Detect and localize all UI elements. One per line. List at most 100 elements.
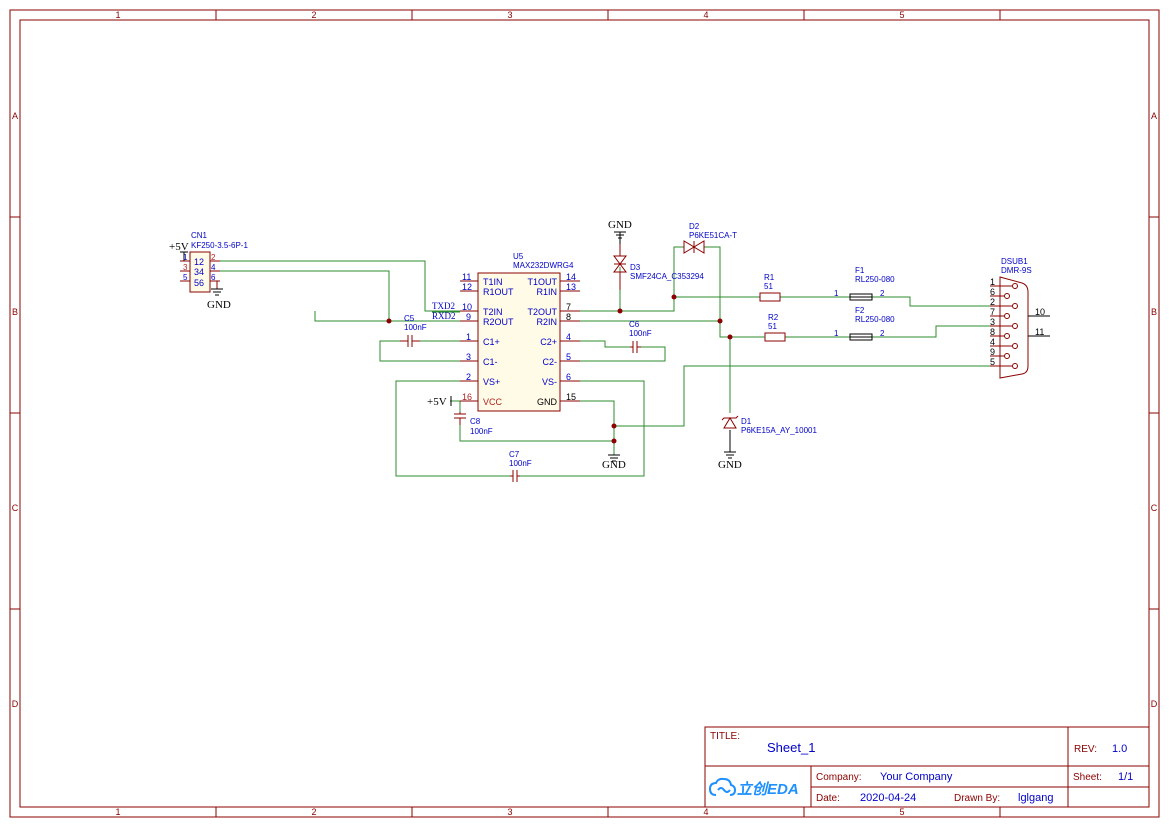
connector-dsub1: DSUB1 DMR-9S 1 6 2 7 3 8 4 9 5 10 11 <box>990 257 1050 379</box>
dsub1-pin: 4 <box>990 337 995 347</box>
c5-ref: C5 <box>404 314 415 323</box>
cn1-ref: CN1 <box>191 231 208 240</box>
dsub1-shield-pin: 11 <box>1035 327 1044 337</box>
f2-pin: 1 <box>834 329 839 338</box>
f1-ref: F1 <box>855 266 865 275</box>
cn1-pin: 6 <box>211 273 216 282</box>
col-label: 3 <box>507 10 512 20</box>
u5-pin-num: 10 <box>462 302 472 312</box>
u5-pin-num: 8 <box>566 312 571 322</box>
sheet-value: 1/1 <box>1118 771 1133 783</box>
drawn-value: lglgang <box>1018 792 1053 804</box>
capacitor-c6: C6 100nF <box>629 320 652 353</box>
capacitor-c5: C5 100nF <box>400 314 427 347</box>
sheet-frame <box>9 9 1160 818</box>
cloud-icon <box>708 777 737 796</box>
capacitor-c7: C7 100nF <box>509 450 532 482</box>
gnd-label: GND <box>608 219 632 231</box>
u5-pin-name: VS- <box>542 377 557 387</box>
gnd-label: GND <box>718 459 742 471</box>
dsub1-ref: DSUB1 <box>1001 257 1028 266</box>
u5-pin-num: 9 <box>466 312 471 322</box>
u5-pin-name: C1- <box>483 357 498 367</box>
dsub1-pin: 6 <box>990 287 995 297</box>
net-txd-label: TXD2 <box>432 301 455 311</box>
rev-label: REV: <box>1074 744 1097 755</box>
row-label: A <box>12 111 18 121</box>
u5-pin-num: 1 <box>466 332 471 342</box>
c7-ref: C7 <box>509 450 520 459</box>
row-label: D <box>12 699 19 709</box>
company-label: Company: <box>816 772 862 783</box>
d1-ref: D1 <box>741 417 752 426</box>
f1-pin: 1 <box>834 289 839 298</box>
u5-ref: U5 <box>513 252 524 261</box>
u5-pin-num: 11 <box>462 272 471 282</box>
u5-pin-num: 7 <box>566 302 571 312</box>
u5-pin-num: 6 <box>566 372 571 382</box>
sheet-title: Sheet_1 <box>767 740 815 755</box>
dsub1-pin: 1 <box>990 277 995 287</box>
u5-pin-num: 13 <box>566 282 576 292</box>
gnd-label: GND <box>602 459 626 471</box>
u5-pin-name: T1OUT <box>527 277 557 287</box>
cn1-inner: 34 <box>194 267 204 277</box>
d3-value: SMF24CA_C353294 <box>630 272 704 281</box>
dsub1-pin: 9 <box>990 347 995 357</box>
cn1-pin: 4 <box>211 263 216 272</box>
col-label: 1 <box>115 807 120 817</box>
r2-ref: R2 <box>768 313 779 322</box>
u5-pin-name: R1IN <box>536 287 557 297</box>
dsub1-pin: 2 <box>990 297 995 307</box>
gnd-label: GND <box>207 299 231 311</box>
f2-pin: 2 <box>880 329 885 338</box>
row-label: D <box>1151 699 1158 709</box>
cn1-pin: 2 <box>211 253 216 262</box>
vcc-symbol: +5V <box>427 396 452 408</box>
resistor-r2: R2 51 <box>764 313 786 342</box>
date-label: Date: <box>816 793 840 804</box>
d2-value: P6KE51CA-T <box>689 231 737 240</box>
ground-icon <box>614 231 626 244</box>
u5-pin-name: T2IN <box>483 307 503 317</box>
f1-value: RL250-080 <box>855 275 895 284</box>
d3-ref: D3 <box>630 263 641 272</box>
title-label: TITLE: <box>710 731 740 742</box>
u5-pin-num: 3 <box>466 352 471 362</box>
f1-pin: 2 <box>880 289 885 298</box>
fuse-f1: F1 RL250-080 1 2 <box>834 266 895 301</box>
u5-pin-name: T1IN <box>483 277 503 287</box>
ic-u5: U5 MAX232DWRG4 11 T1IN 12 R1OUT 10 T2IN … <box>432 252 580 412</box>
col-label: 4 <box>703 807 708 817</box>
f2-ref: F2 <box>855 306 865 315</box>
u5-pin-name: GND <box>537 397 558 407</box>
eda-logo: 立创EDA <box>708 777 799 798</box>
resistor-r1: R1 51 <box>759 273 781 302</box>
col-label: 3 <box>507 807 512 817</box>
sheet-label: Sheet: <box>1073 772 1102 783</box>
c6-ref: C6 <box>629 320 640 329</box>
c8-value: 100nF <box>470 427 493 436</box>
schematic-canvas: 1 2 3 4 5 1 2 3 4 5 A B C D A B C D CN1 … <box>9 9 1160 818</box>
cn1-pin: 3 <box>183 263 188 272</box>
vcc-label: +5V <box>169 241 189 253</box>
u5-pin-num: 14 <box>566 272 576 282</box>
u5-pin-num: 16 <box>462 392 472 402</box>
u5-pin-name: R2OUT <box>483 317 514 327</box>
u5-pin-name: VS+ <box>483 377 500 387</box>
u5-pin-name: C2+ <box>540 337 557 347</box>
diode-d2 <box>683 240 705 254</box>
company-value: Your Company <box>880 771 953 783</box>
col-label: 2 <box>311 10 316 20</box>
u5-pin-name: C1+ <box>483 337 500 347</box>
vcc-label: +5V <box>427 396 447 408</box>
c5-value: 100nF <box>404 323 427 332</box>
u5-pin-num: 4 <box>566 332 571 342</box>
col-label: 2 <box>311 807 316 817</box>
logo-text: 立创EDA <box>737 780 799 798</box>
col-label: 1 <box>115 10 120 20</box>
u5-pin-name: T2OUT <box>527 307 557 317</box>
col-label: 4 <box>703 10 708 20</box>
col-label: 5 <box>899 807 904 817</box>
ground-icon <box>724 430 736 459</box>
